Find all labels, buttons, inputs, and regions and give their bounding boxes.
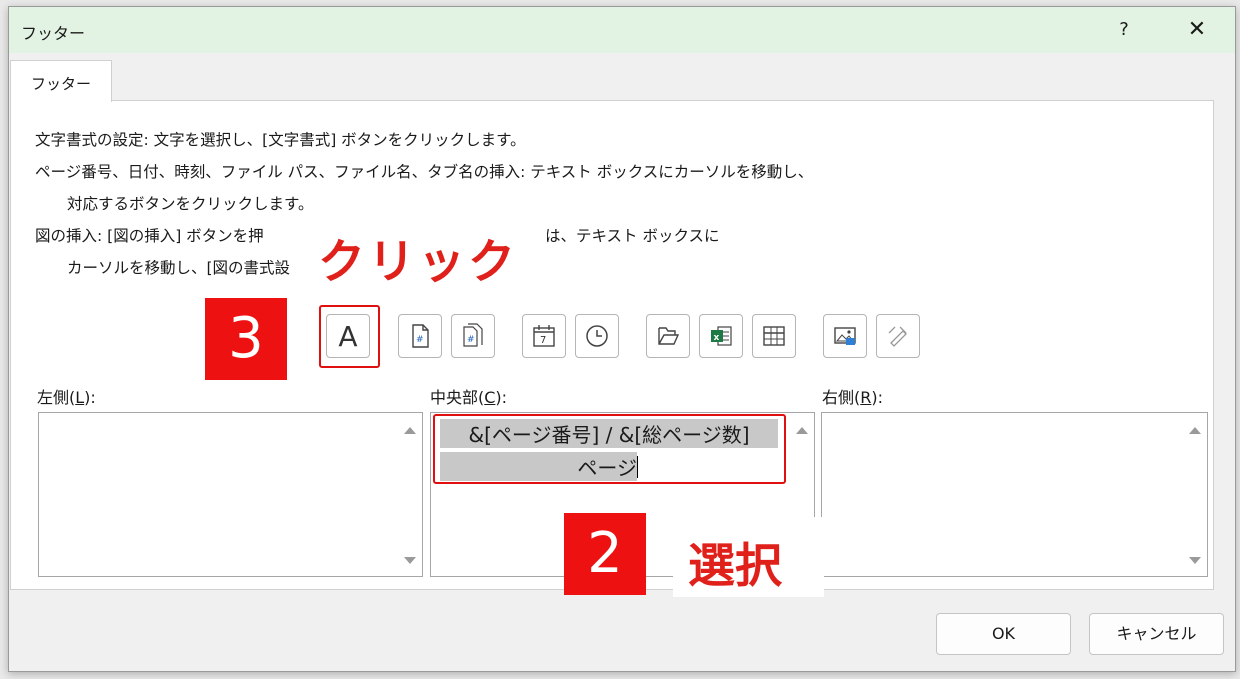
insert-time-button[interactable]	[575, 314, 619, 358]
insert-page-number-button[interactable]: #	[398, 314, 442, 358]
instruction-insert-fields: ページ番号、日付、時刻、ファイル パス、ファイル名、タブ名の挿入: テキスト ボ…	[35, 163, 814, 181]
dialog-title: フッター	[21, 24, 86, 43]
picture-icon	[834, 327, 856, 345]
scroll-up-icon[interactable]	[1189, 427, 1201, 434]
click-annotation: クリック	[318, 235, 518, 290]
folder-open-icon	[658, 327, 680, 345]
instruction-insert-picture: 図の挿入: [図の挿入] ボタンを押	[35, 227, 264, 245]
insert-sheet-name-button[interactable]	[752, 314, 796, 358]
sheet-grid-icon	[763, 326, 785, 346]
right-section-label: 右側(R):	[822, 388, 884, 407]
calendar-icon: 7	[533, 325, 555, 347]
format-picture-button[interactable]	[876, 314, 920, 358]
step3-badge: 3	[205, 298, 287, 380]
scroll-down-icon[interactable]	[1189, 557, 1201, 564]
insert-file-path-button[interactable]	[646, 314, 690, 358]
scroll-up-icon[interactable]	[404, 427, 416, 434]
excel-file-icon: x	[711, 326, 732, 346]
help-button[interactable]: ?	[1109, 15, 1139, 45]
insert-date-button[interactable]: 7	[522, 314, 566, 358]
instruction-format-text: 文字書式の設定: 文字を選択し、[文字書式] ボタンをクリックします。	[35, 131, 526, 149]
select-annotation: 選択	[688, 539, 782, 594]
step2-badge: 2	[564, 513, 646, 595]
tab-footer[interactable]: フッター	[10, 60, 112, 102]
insert-file-name-button[interactable]: x	[699, 314, 743, 358]
format-picture-icon	[888, 326, 907, 347]
svg-text:#: #	[416, 335, 424, 345]
right-scrollbar[interactable]	[1183, 413, 1207, 576]
insert-page-count-button[interactable]: #	[451, 314, 495, 358]
svg-text:7: 7	[540, 335, 546, 346]
center-section-label: 中央部(C):	[430, 388, 508, 407]
clock-icon	[586, 325, 608, 347]
highlight-format-text	[319, 305, 380, 368]
ok-button[interactable]: OK	[936, 613, 1071, 655]
left-section-label: 左側(L):	[37, 388, 96, 407]
insert-picture-button[interactable]	[823, 314, 867, 358]
svg-text:#: #	[467, 335, 475, 345]
instruction-insert-picture-cont: は、テキスト ボックスに	[545, 227, 720, 245]
right-section-textbox[interactable]	[821, 412, 1208, 577]
left-scrollbar[interactable]	[398, 413, 422, 576]
page-count-icon: #	[463, 323, 483, 347]
highlight-selection	[433, 414, 786, 484]
scroll-down-icon[interactable]	[404, 557, 416, 564]
cancel-button[interactable]: キャンセル	[1089, 613, 1224, 655]
instruction-picture-format: カーソルを移動し、[図の書式設	[67, 259, 291, 277]
instruction-insert-fields-cont: 対応するボタンをクリックします。	[67, 195, 314, 213]
close-button[interactable]: ✕	[1179, 15, 1215, 45]
svg-text:x: x	[714, 333, 720, 343]
left-section-textbox[interactable]	[38, 412, 423, 577]
page-number-icon: #	[412, 324, 429, 348]
tab-footer-label: フッター	[31, 75, 92, 93]
title-bar: フッター ? ✕	[9, 7, 1235, 53]
scroll-up-icon[interactable]	[796, 427, 808, 434]
